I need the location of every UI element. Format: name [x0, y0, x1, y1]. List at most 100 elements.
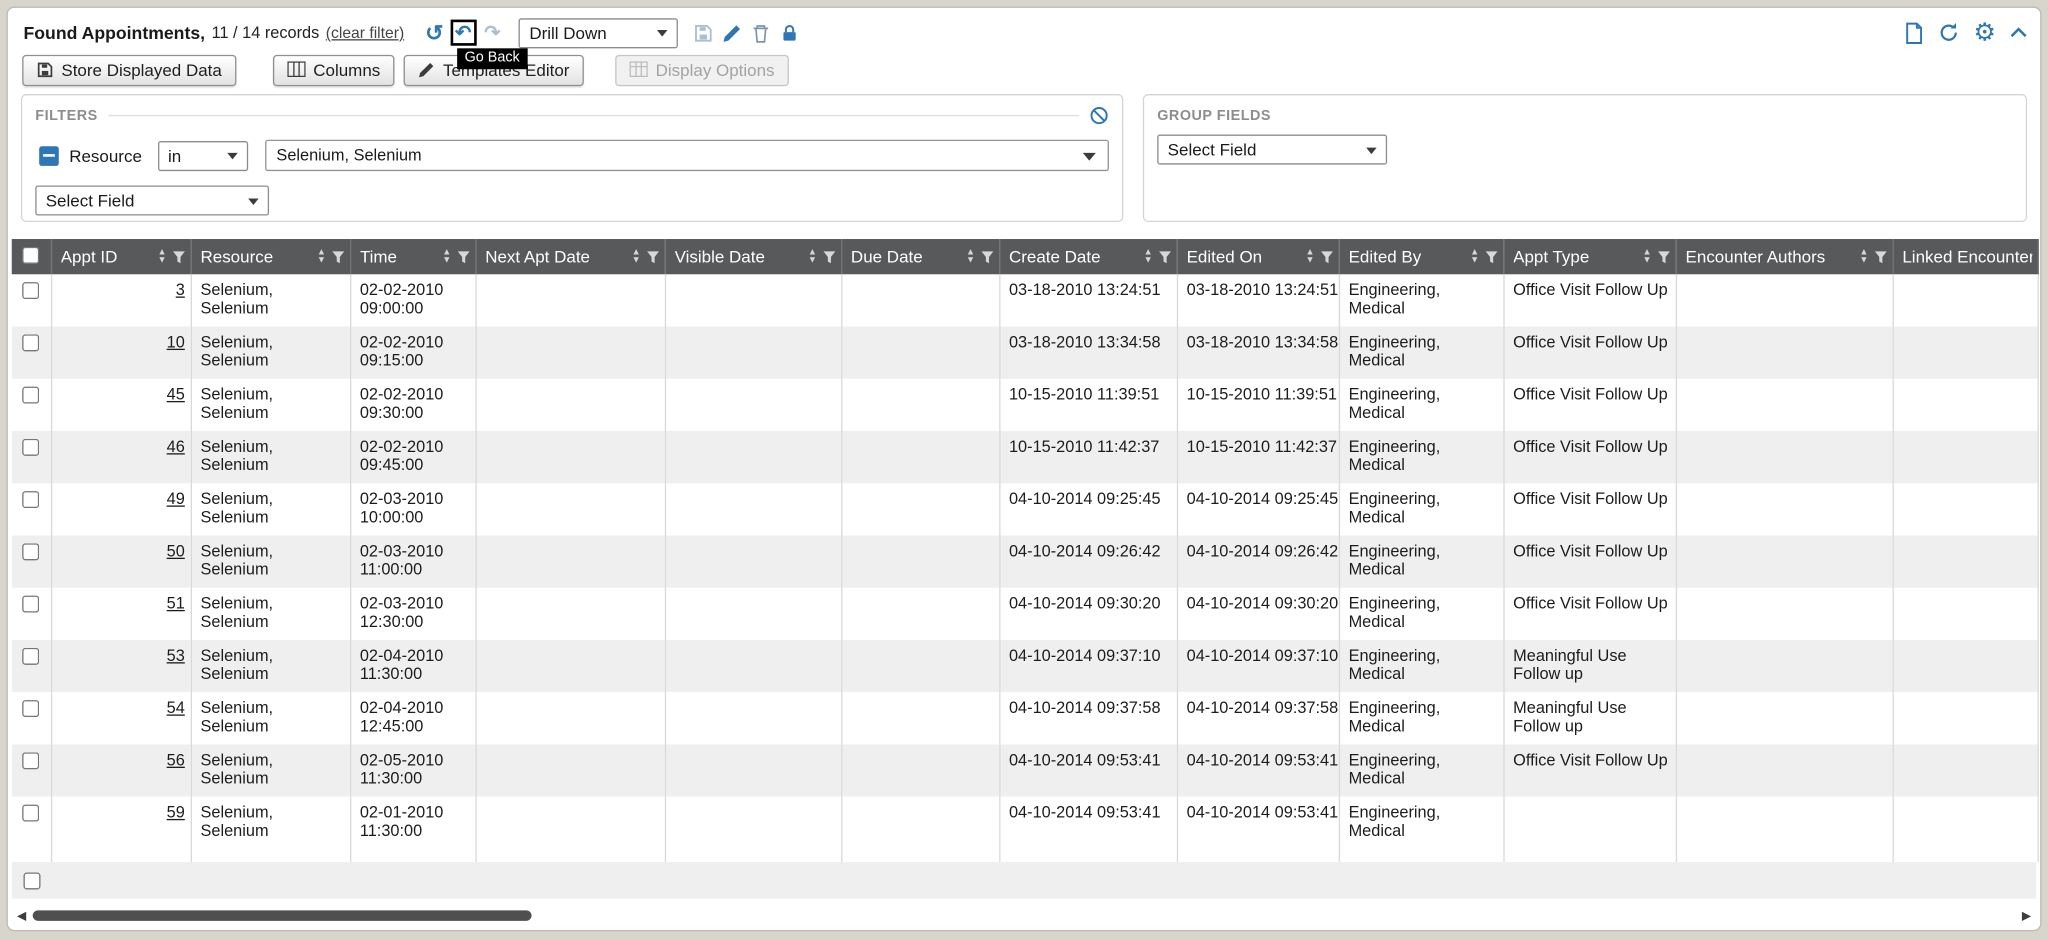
- filter-funnel-icon[interactable]: [456, 250, 469, 263]
- row-checkbox[interactable]: [23, 387, 40, 404]
- delete-record-button[interactable]: [751, 23, 771, 43]
- edit-record-button[interactable]: [723, 23, 743, 43]
- sort-icon[interactable]: ▲▼: [1144, 249, 1153, 263]
- filter-funnel-icon[interactable]: [1484, 250, 1497, 263]
- scrollbar-thumb[interactable]: [33, 910, 532, 920]
- sort-icon[interactable]: ▲▼: [808, 249, 817, 263]
- cell-time: 02-02-2010 09:15:00: [350, 327, 475, 379]
- cell-appt-id: 46: [51, 431, 191, 483]
- new-document-button[interactable]: [1904, 22, 1924, 44]
- cell-linked-encounters: [1893, 327, 2039, 379]
- columns-icon: [287, 61, 305, 77]
- cell-due-date: [841, 431, 999, 483]
- column-header-time[interactable]: Time ▲▼: [350, 239, 475, 274]
- filter-funnel-icon[interactable]: [331, 250, 344, 263]
- row-checkbox[interactable]: [23, 543, 40, 560]
- column-header-next-apt-date[interactable]: Next Apt Date ▲▼: [475, 239, 664, 274]
- column-header-visible-date[interactable]: Visible Date ▲▼: [665, 239, 841, 274]
- row-checkbox[interactable]: [23, 491, 40, 508]
- filter-funnel-icon[interactable]: [646, 250, 659, 263]
- undo-button[interactable]: ↺: [425, 22, 444, 44]
- row-checkbox[interactable]: [23, 334, 40, 351]
- row-checkbox[interactable]: [23, 439, 40, 456]
- settings-button[interactable]: ⚙: [1973, 20, 1995, 45]
- sort-icon[interactable]: ▲▼: [1859, 249, 1868, 263]
- appt-id-link[interactable]: 49: [167, 490, 185, 508]
- column-header-edited-by[interactable]: Edited By ▲▼: [1339, 239, 1504, 274]
- lock-record-button[interactable]: [780, 23, 800, 43]
- sort-icon[interactable]: ▲▼: [1643, 249, 1652, 263]
- filter-funnel-icon[interactable]: [1158, 250, 1171, 263]
- column-header-due-date[interactable]: Due Date ▲▼: [841, 239, 999, 274]
- cell-create-date: 04-10-2014 09:25:45: [999, 483, 1177, 535]
- appt-id-link[interactable]: 45: [167, 385, 185, 403]
- filters-select-field[interactable]: Select Field: [35, 185, 269, 215]
- horizontal-scrollbar[interactable]: ◀ ▶: [13, 906, 2035, 924]
- select-all-checkbox[interactable]: [23, 246, 40, 263]
- cell-appt-id: 54: [51, 692, 191, 744]
- filter-funnel-icon[interactable]: [172, 250, 185, 263]
- cell-next-apt-date: [475, 483, 664, 535]
- filter-funnel-icon[interactable]: [1320, 250, 1333, 263]
- column-header-create-date[interactable]: Create Date ▲▼: [999, 239, 1177, 274]
- filter-drag-handle-icon[interactable]: [39, 146, 59, 166]
- store-displayed-data-button[interactable]: Store Displayed Data: [22, 54, 236, 85]
- row-checkbox[interactable]: [23, 752, 40, 769]
- save-record-button[interactable]: [694, 23, 714, 43]
- appt-id-link[interactable]: 59: [167, 803, 185, 821]
- row-checkbox[interactable]: [23, 282, 40, 299]
- filter-funnel-icon[interactable]: [980, 250, 993, 263]
- cell-create-date: 10-15-2010 11:39:51: [999, 379, 1177, 431]
- appt-id-link[interactable]: 46: [167, 438, 185, 456]
- go-forward-button[interactable]: ↷: [484, 23, 500, 43]
- filter-value: Selenium, Selenium: [276, 146, 421, 164]
- refresh-button[interactable]: [1938, 22, 1959, 43]
- sort-icon[interactable]: ▲▼: [442, 249, 451, 263]
- appt-id-link[interactable]: 56: [167, 751, 185, 769]
- filter-funnel-icon[interactable]: [1657, 250, 1670, 263]
- sort-icon[interactable]: ▲▼: [632, 249, 641, 263]
- cell-appt-id: 49: [51, 483, 191, 535]
- appt-id-link[interactable]: 50: [167, 542, 185, 560]
- appt-id-link[interactable]: 3: [176, 281, 185, 299]
- sort-icon[interactable]: ▲▼: [966, 249, 975, 263]
- row-checkbox[interactable]: [23, 700, 40, 717]
- cell-create-date: 04-10-2014 09:53:41: [999, 797, 1177, 862]
- filter-funnel-icon[interactable]: [1874, 250, 1887, 263]
- scroll-left-arrow[interactable]: ◀: [13, 906, 30, 924]
- column-header-resource[interactable]: Resource ▲▼: [191, 239, 350, 274]
- column-header-edited-on[interactable]: Edited On ▲▼: [1177, 239, 1339, 274]
- disable-filters-icon[interactable]: [1089, 106, 1109, 126]
- sort-icon[interactable]: ▲▼: [1470, 249, 1479, 263]
- cell-due-date: [841, 536, 999, 588]
- row-checkbox[interactable]: [23, 648, 40, 665]
- row-checkbox[interactable]: [23, 805, 40, 822]
- appt-id-link[interactable]: 53: [167, 647, 185, 665]
- sort-icon[interactable]: ▲▼: [1306, 249, 1315, 263]
- sort-icon[interactable]: ▲▼: [317, 249, 326, 263]
- column-header-encounter-authors[interactable]: Encounter Authors ▲▼: [1676, 239, 1893, 274]
- new-row-checkbox[interactable]: [24, 872, 41, 889]
- filter-operator-select[interactable]: in: [158, 140, 248, 170]
- columns-button[interactable]: Columns: [273, 54, 395, 85]
- row-checkbox[interactable]: [23, 596, 40, 613]
- scroll-right-arrow[interactable]: ▶: [2018, 906, 2035, 924]
- appt-id-link[interactable]: 10: [167, 333, 185, 351]
- scrollbar-track[interactable]: [30, 909, 2018, 922]
- cell-encounter-authors: [1676, 797, 1893, 862]
- filter-funnel-icon[interactable]: [822, 250, 835, 263]
- page: Found Appointments, 11 / 14 records (cle…: [0, 0, 2048, 940]
- appt-id-link[interactable]: 54: [167, 699, 185, 717]
- clear-filter-link[interactable]: (clear filter): [326, 24, 404, 42]
- filter-value-combo[interactable]: Selenium, Selenium: [265, 140, 1109, 171]
- drill-down-select[interactable]: Drill Down: [519, 18, 678, 48]
- appt-id-link[interactable]: 51: [167, 594, 185, 612]
- column-header-appt-type[interactable]: Appt Type ▲▼: [1503, 239, 1675, 274]
- sort-icon[interactable]: ▲▼: [157, 249, 166, 263]
- go-back-button[interactable]: ↶ Go Back: [450, 20, 476, 46]
- column-header-linked-encounters[interactable]: Linked Encounters: [1893, 239, 2039, 274]
- collapse-button[interactable]: [2010, 27, 2027, 37]
- group-select-field[interactable]: Select Field: [1157, 135, 1387, 165]
- column-header-appt-id[interactable]: Appt ID ▲▼: [51, 239, 191, 274]
- cell-next-apt-date: [475, 692, 664, 744]
